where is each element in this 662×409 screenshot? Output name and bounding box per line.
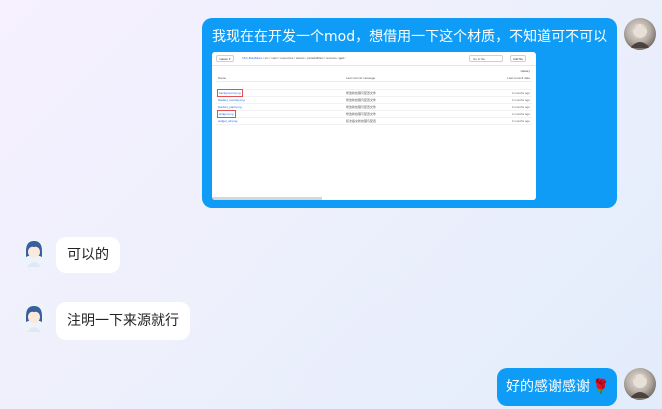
table-row: background.png 修改新纹理与配置文件 4 months ago xyxy=(216,89,532,97)
user-avatar-icon xyxy=(630,374,650,398)
breadcrumb: TAC-BoldSkies / src / main / resources /… xyxy=(242,56,346,60)
table-row: widget.png 修改新纹理与配置文件 4 months ago xyxy=(216,110,532,118)
message-text: 我现在在开发一个mod，想借用一下这个材质，不知道可不可以 xyxy=(212,29,608,45)
table-row: widget_alt.png 初次提交新纹理与配置 4 months ago xyxy=(216,119,532,125)
contact-avatar[interactable] xyxy=(18,302,50,334)
my-avatar[interactable] xyxy=(624,368,656,400)
file-name: background.png xyxy=(217,89,243,97)
anime-character-avatar-icon xyxy=(26,306,42,332)
message-text: 可以的 xyxy=(67,246,109,263)
anime-character-avatar-icon xyxy=(26,241,42,267)
status-bar xyxy=(212,197,322,200)
file-name: widget.png xyxy=(217,110,236,118)
message-bubble-2: 可以的 xyxy=(56,237,120,273)
message-text: 好的感谢感谢 xyxy=(506,378,590,395)
message-bubble-1: 我现在在开发一个mod，想借用一下这个材质，不知道可不可以 master ▾ T… xyxy=(202,18,617,208)
file-table-header: Name Last commit message Last commit dat… xyxy=(216,76,532,82)
repo-toolbar: master ▾ TAC-BoldSkies / src / main / re… xyxy=(212,52,536,66)
contact-avatar[interactable] xyxy=(18,237,50,269)
my-avatar[interactable] xyxy=(624,18,656,50)
rose-icon: 🌹 xyxy=(592,378,610,395)
parent-dir-row: .. xyxy=(216,83,532,90)
file-name: blanket_overlay.png xyxy=(218,98,245,102)
branch-name: master xyxy=(219,57,229,61)
file-name: blanket_plaid.png xyxy=(218,105,242,109)
attached-screenshot[interactable]: master ▾ TAC-BoldSkies / src / main / re… xyxy=(212,52,536,200)
user-avatar-icon xyxy=(630,24,650,48)
go-to-file-input: Go to file xyxy=(469,55,503,62)
file-name: widget_alt.png xyxy=(218,119,238,123)
message-bubble-3: 注明一下来源就行 xyxy=(56,302,190,340)
message-bubble-4: 好的感谢感谢 🌹 xyxy=(497,368,617,406)
add-file-button: Add file xyxy=(510,55,527,62)
message-text: 注明一下来源就行 xyxy=(67,312,179,329)
branch-selector: master ▾ xyxy=(216,55,234,62)
table-row: blanket_plaid.png 修改新纹理与配置文件 4 months ag… xyxy=(216,105,532,111)
table-row: blanket_overlay.png 修改新纹理与配置文件 4 months … xyxy=(216,98,532,104)
